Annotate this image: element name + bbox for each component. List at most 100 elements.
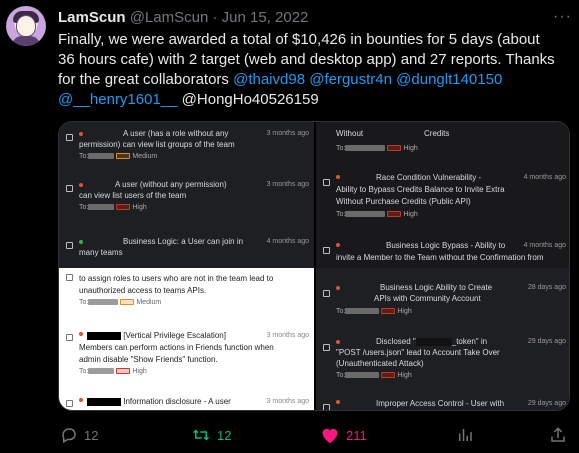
share-button[interactable]	[549, 426, 567, 444]
report-title-l1: [Vertical Privilege Escalation]	[123, 331, 226, 340]
display-name[interactable]: LamScun	[58, 9, 126, 26]
redacted-text	[415, 337, 452, 346]
report-date: 3 months ago	[266, 181, 309, 188]
report-title-l1: Business Logic: a User can join in	[123, 237, 244, 246]
checkbox	[66, 185, 73, 192]
tweet-text-fragment: for the great collaborators	[58, 71, 234, 88]
checkbox	[323, 290, 330, 297]
report-title-l2: permission) can view list groups of the …	[79, 140, 235, 149]
tweet-text: Finally, we were awarded a total of $10,…	[58, 30, 570, 110]
severity-label: High	[403, 211, 418, 218]
severity-label: High	[132, 204, 147, 211]
report-item: Business Logic Ability to Create APIs wi…	[316, 280, 569, 322]
checkbox	[66, 242, 73, 249]
avatar-body	[12, 36, 40, 46]
like-count: 211	[346, 427, 367, 443]
severity-badge	[116, 368, 131, 375]
retweet-button[interactable]: 12	[191, 426, 231, 444]
report-item: Business Logic: a User can join in many …	[59, 234, 314, 268]
severity-badge	[120, 299, 135, 306]
severity-label: Medium	[132, 153, 158, 160]
redacted-text	[87, 331, 121, 340]
report-title-l2: Ability to Bypass Credits Balance to Inv…	[336, 185, 505, 194]
mention-link[interactable]: @dunglt140150	[396, 71, 502, 88]
blurred-target	[345, 308, 380, 315]
blurred-target	[345, 211, 386, 218]
separator: ·	[212, 9, 218, 26]
views-button[interactable]	[456, 426, 474, 444]
report-title-l1b: _token" in	[451, 337, 488, 346]
to-label: To:	[79, 153, 89, 160]
report-date: 4 months ago	[523, 174, 566, 181]
report-title-l2: Members can perform actions in Friends f…	[79, 343, 274, 352]
report-title-l1: Business Logic Bypass - Ability to	[386, 241, 506, 250]
report-title-l1: A user (without any permission)	[115, 180, 227, 189]
report-title-l2: many teams	[79, 248, 123, 257]
severity-label: High	[397, 308, 412, 315]
report-title-l1: to assign roles to users who are not in …	[79, 274, 274, 283]
blurred-target	[88, 153, 115, 160]
redacted-text	[87, 397, 121, 406]
report-title-l2: invite a Member to the Team without the …	[336, 253, 544, 262]
tweet-header: LamScun @LamScun · Jun 15, 2022	[58, 9, 308, 26]
blurred-target	[88, 368, 115, 375]
report-item: Disclosed " _token" in "POST /users.json"…	[316, 334, 569, 388]
heart-icon	[320, 426, 340, 444]
to-label: To:	[79, 299, 89, 306]
tweet-text-line: for the great collaborators @thaivd98 @f…	[58, 70, 570, 90]
screenshot-panel-bottom-left: to assign roles to users who are not in …	[59, 268, 314, 410]
retweet-icon	[191, 426, 211, 444]
report-title-l3: admin disable "Show Friends" function.	[79, 355, 218, 364]
severity-badge	[387, 145, 402, 152]
tweet-text-line: @__henry1601__ @HongHo40526159	[58, 90, 570, 110]
reply-count: 12	[84, 427, 99, 443]
severity-badge	[381, 372, 396, 379]
avatar[interactable]	[6, 6, 46, 46]
mention-plain[interactable]: @HongHo40526159	[182, 91, 319, 108]
checkbox	[323, 404, 330, 410]
tweet-date[interactable]: Jun 15, 2022	[222, 9, 309, 26]
retweet-count: 12	[217, 427, 232, 443]
report-title-l3: Without Purchase Credits (Public API)	[336, 197, 471, 206]
report-date: 3 months ago	[266, 398, 309, 405]
severity-badge	[116, 204, 131, 211]
report-item: Race Condition Vulnerability - Ability t…	[316, 169, 569, 229]
severity-badge	[381, 308, 396, 315]
tweet-media[interactable]: A user (has a role without any permissio…	[58, 121, 570, 411]
report-date: 3 months ago	[266, 332, 309, 339]
to-label: To:	[336, 372, 346, 379]
blurred-target	[88, 204, 115, 211]
checkbox	[323, 344, 330, 351]
more-options-icon[interactable]: ···	[553, 8, 572, 26]
report-title-l1: Business Logic Ability to Create	[380, 283, 493, 292]
mention-link[interactable]: @thaivd98	[233, 71, 305, 88]
checkbox	[66, 334, 73, 341]
report-date: 3 months ago	[266, 130, 309, 137]
report-title-l1: Race Condition Vulnerability -	[376, 173, 482, 182]
report-title-l2: "POST /users.json" lead to Account Take …	[336, 348, 500, 357]
report-title-l2: can view list users of the team	[79, 191, 187, 200]
severity-badge	[116, 153, 131, 160]
report-item: to assign roles to users who are not in …	[59, 268, 314, 318]
mention-link[interactable]: @__henry1601__	[58, 91, 178, 108]
report-date: 4 months ago	[266, 238, 309, 245]
report-title-l2: unauthorized access to teams APIs.	[79, 286, 207, 295]
checkbox	[323, 179, 330, 186]
report-title-l2: Credits	[424, 129, 450, 138]
to-label: To:	[79, 204, 89, 211]
report-title-l1: Disclosed "	[376, 337, 416, 346]
like-button[interactable]: 211	[320, 426, 367, 444]
severity-label: High	[397, 372, 412, 379]
report-date: 29 days ago	[527, 400, 566, 407]
handle[interactable]: @LamScun	[130, 9, 209, 26]
report-item: Improper Access Control - User with 29 d…	[316, 396, 569, 410]
share-icon	[549, 426, 567, 444]
severity-badge	[387, 211, 402, 218]
checkbox	[323, 247, 330, 254]
mention-link[interactable]: @fergustr4n	[309, 71, 392, 88]
checkbox	[66, 274, 73, 281]
to-label: To:	[79, 368, 89, 375]
screenshot-panel-top-right: Without Credits To: High Race Condition V…	[316, 122, 569, 268]
reply-button[interactable]: 12	[60, 426, 98, 444]
report-date: 4 months ago	[523, 242, 566, 249]
